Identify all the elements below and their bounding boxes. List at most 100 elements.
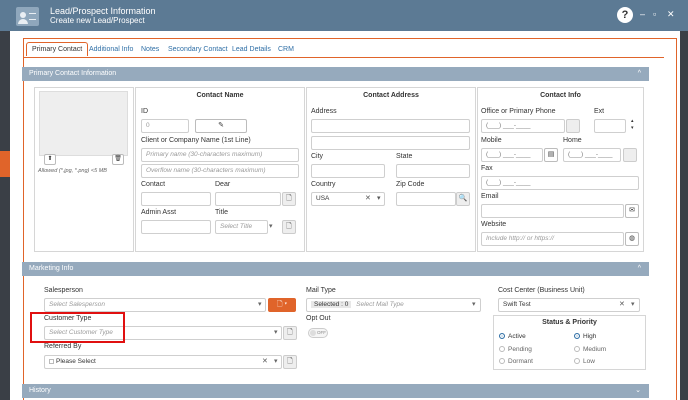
tab-notes[interactable]: Notes: [141, 46, 159, 53]
section-title: Primary Contact Information: [29, 70, 117, 77]
admin-asst-input[interactable]: [141, 220, 211, 234]
opt-out-toggle[interactable]: OFF: [308, 328, 328, 338]
window-subtitle: Create new Lead/Prospect: [50, 16, 145, 25]
referred-by-value: Please Select: [56, 358, 96, 365]
country-caret-icon[interactable]: ▾: [377, 194, 381, 202]
referred-clear-icon[interactable]: ✕: [262, 357, 268, 365]
fax-label: Fax: [481, 165, 493, 172]
chevron-down-icon[interactable]: ⌄: [635, 384, 641, 398]
home-label: Home: [563, 137, 582, 144]
chevron-up-icon[interactable]: ^: [638, 262, 641, 276]
referred-checkbox[interactable]: [49, 358, 54, 364]
mail-icon[interactable]: ✉: [625, 204, 639, 218]
admin-asst-label: Admin Asst: [141, 209, 177, 216]
title-label: Title: [215, 209, 228, 216]
section-marketing-info[interactable]: Marketing Info ^: [22, 262, 649, 276]
ext-spin-down-icon[interactable]: ▾: [631, 125, 634, 131]
search-icon[interactable]: 🔍: [456, 192, 470, 206]
country-select[interactable]: USA: [311, 192, 385, 206]
primary-name-input[interactable]: Primary name (30-characters maximum): [141, 148, 299, 162]
contact-input[interactable]: [141, 192, 211, 206]
title-doc-icon[interactable]: 🗋: [282, 220, 296, 234]
country-clear-icon[interactable]: ✕: [365, 194, 371, 202]
status-dormant-radio[interactable]: Dormant: [499, 358, 533, 365]
tab-secondary-contact[interactable]: Secondary Contact: [168, 46, 228, 53]
referred-caret-icon[interactable]: ▾: [274, 357, 278, 365]
address-input-1[interactable]: [311, 119, 470, 133]
fax-input[interactable]: (___) ___-____: [481, 176, 639, 190]
tab-additional-info[interactable]: Additional Info: [89, 46, 133, 53]
contact-info-title: Contact Info: [540, 92, 581, 99]
referred-by-select[interactable]: Please Select: [44, 355, 282, 369]
ext-input[interactable]: [594, 119, 626, 133]
trash-icon[interactable]: 🗑: [112, 154, 124, 165]
minimize-button[interactable]: ‒: [640, 9, 645, 19]
add-caret-icon: ▾: [284, 301, 288, 308]
country-label: Country: [311, 181, 336, 188]
maximize-button[interactable]: ▫: [653, 9, 656, 19]
priority-high-radio[interactable]: High: [574, 333, 596, 340]
salesperson-caret-icon[interactable]: ▾: [258, 300, 262, 308]
window-title: Lead/Prospect Information: [50, 6, 156, 16]
priority-low-radio[interactable]: Low: [574, 358, 595, 365]
sms-icon[interactable]: ▤: [544, 148, 558, 162]
doc-icon[interactable]: 🗋: [282, 192, 296, 206]
priority-medium-radio[interactable]: Medium: [574, 346, 606, 353]
mobile-input[interactable]: (___) ___-____: [481, 148, 543, 162]
mail-type-caret-icon[interactable]: ▾: [472, 300, 476, 308]
tab-crm[interactable]: CRM: [278, 46, 294, 53]
referred-by-label: Referred By: [44, 343, 82, 350]
status-pending-radio[interactable]: Pending: [499, 346, 532, 353]
overflow-name-input[interactable]: Overflow name (30-characters maximum): [141, 164, 299, 178]
state-label: State: [396, 153, 413, 160]
contact-name-title: Contact Name: [196, 92, 244, 99]
mobile-label: Mobile: [481, 137, 502, 144]
office-phone-action[interactable]: [566, 119, 580, 133]
ext-spin-up-icon[interactable]: ▴: [631, 118, 634, 124]
address-input-2[interactable]: [311, 136, 470, 150]
address-label: Address: [311, 108, 337, 115]
city-input[interactable]: [311, 164, 385, 178]
mail-type-select[interactable]: Selected : 0 Select Mail Type: [306, 298, 481, 312]
home-phone-action[interactable]: [623, 148, 637, 162]
title-select[interactable]: Select Title: [215, 220, 268, 234]
upload-icon[interactable]: ⬆: [44, 154, 56, 165]
section-primary-contact[interactable]: Primary Contact Information ^: [22, 67, 649, 81]
office-phone-label: Office or Primary Phone: [481, 108, 556, 115]
photo-placeholder[interactable]: [39, 91, 128, 156]
close-button[interactable]: ✕: [667, 9, 675, 20]
chevron-up-icon[interactable]: ^: [638, 67, 641, 81]
cost-center-caret-icon[interactable]: ▾: [631, 300, 635, 308]
help-button[interactable]: ?: [617, 7, 633, 23]
tab-primary-contact[interactable]: Primary Contact: [26, 42, 89, 56]
zip-input[interactable]: [396, 192, 456, 206]
customer-type-caret-icon[interactable]: ▾: [274, 328, 278, 336]
mail-type-placeholder: Select Mail Type: [356, 301, 404, 308]
section-history[interactable]: History ⌄: [22, 384, 649, 398]
email-label: Email: [481, 193, 499, 200]
tab-lead-details[interactable]: Lead Details: [232, 46, 271, 53]
dear-label: Dear: [215, 181, 231, 188]
customer-type-doc-icon[interactable]: 🗋: [283, 326, 297, 340]
tab-underline: [24, 57, 664, 58]
status-active-radio[interactable]: Active: [499, 333, 526, 340]
salesperson-select[interactable]: Select Salesperson: [44, 298, 266, 312]
contact-card-icon: [16, 7, 39, 26]
globe-icon[interactable]: ◍: [625, 232, 639, 246]
opt-out-state: OFF: [317, 330, 326, 335]
state-input[interactable]: [396, 164, 470, 178]
contact-address-title: Contact Address: [363, 92, 419, 99]
home-input[interactable]: (___) ___-____: [563, 148, 621, 162]
salesperson-add-button[interactable]: 🗋 ▾: [268, 298, 296, 312]
cost-center-clear-icon[interactable]: ✕: [619, 300, 625, 308]
dear-input[interactable]: [215, 192, 281, 206]
email-input[interactable]: [481, 204, 624, 218]
mail-selected-count: Selected : 0: [311, 301, 352, 308]
title-caret-icon[interactable]: ▾: [269, 222, 273, 230]
opt-out-label: Opt Out: [306, 315, 331, 322]
edit-icon[interactable]: ✎: [195, 119, 247, 133]
office-phone-input[interactable]: (___) ___-____: [481, 119, 565, 133]
referred-doc-icon[interactable]: 🗋: [283, 355, 297, 369]
website-input[interactable]: Include http:// or https://: [481, 232, 624, 246]
city-label: City: [311, 153, 324, 160]
